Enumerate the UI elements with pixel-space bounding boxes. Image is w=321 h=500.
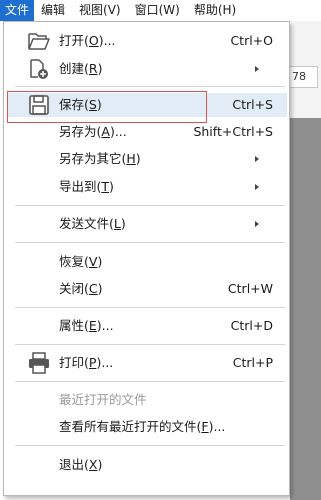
separator: [15, 344, 285, 345]
separator: [15, 242, 285, 243]
menu-edit[interactable]: 编辑: [34, 0, 72, 21]
menu-file[interactable]: 文件: [0, 0, 35, 21]
menu-item-open[interactable]: 打开(O)... Ctrl+O: [7, 29, 287, 53]
menu-item-close[interactable]: 关闭(C) Ctrl+W: [7, 277, 287, 301]
highlight-annotation-box: [7, 91, 207, 123]
menu-item-print[interactable]: 打印(P)... Ctrl+P: [7, 351, 287, 375]
separator: [15, 205, 285, 206]
menu-item-create[interactable]: 创建(R): [7, 57, 287, 81]
shortcut-save: Ctrl+S: [232, 97, 273, 112]
menu-window[interactable]: 窗口(W): [128, 0, 187, 21]
separator: [15, 381, 285, 382]
shortcut-close: Ctrl+W: [227, 281, 273, 296]
menu-item-send-file[interactable]: 发送文件(L): [7, 212, 287, 236]
shortcut-save-as: Shift+Ctrl+S: [193, 124, 273, 139]
zoom-input[interactable]: 78: [288, 66, 318, 88]
shortcut-open: Ctrl+O: [230, 33, 273, 48]
menu-view[interactable]: 视图(V): [72, 0, 128, 21]
separator: [15, 86, 285, 87]
menu-item-exit[interactable]: 退出(X): [7, 453, 287, 477]
menubar: 文件 编辑 视图(V) 窗口(W) 帮助(H): [0, 0, 321, 21]
submenu-arrow-icon: [255, 184, 259, 190]
separator: [15, 307, 285, 308]
menu-item-properties[interactable]: 属性(E)... Ctrl+D: [7, 314, 287, 338]
menu-help[interactable]: 帮助(H): [187, 0, 243, 21]
submenu-arrow-icon: [255, 221, 259, 227]
menu-item-revert[interactable]: 恢复(V): [7, 250, 287, 274]
file-menu-dropdown: 打开(O)... Ctrl+O 创建(R) 保存(S) Ctrl+S 另存为(A…: [3, 21, 290, 496]
document-area: [290, 118, 321, 500]
menu-item-export-to[interactable]: 导出到(T): [7, 175, 287, 199]
menu-item-recent-files: 最近打开的文件: [59, 392, 147, 407]
shortcut-properties: Ctrl+D: [230, 318, 273, 333]
create-document-icon: [27, 57, 51, 81]
submenu-arrow-icon: [255, 66, 259, 72]
menu-item-save-as-other[interactable]: 另存为其它(H): [7, 147, 287, 171]
shortcut-print: Ctrl+P: [232, 355, 273, 370]
printer-icon: [27, 351, 51, 375]
menu-item-save-as[interactable]: 另存为(A)... Shift+Ctrl+S: [7, 120, 287, 144]
folder-open-icon: [27, 29, 51, 53]
menu-item-view-all-recent[interactable]: 查看所有最近打开的文件(F)...: [7, 415, 287, 439]
separator: [15, 445, 285, 446]
submenu-arrow-icon: [255, 156, 259, 162]
